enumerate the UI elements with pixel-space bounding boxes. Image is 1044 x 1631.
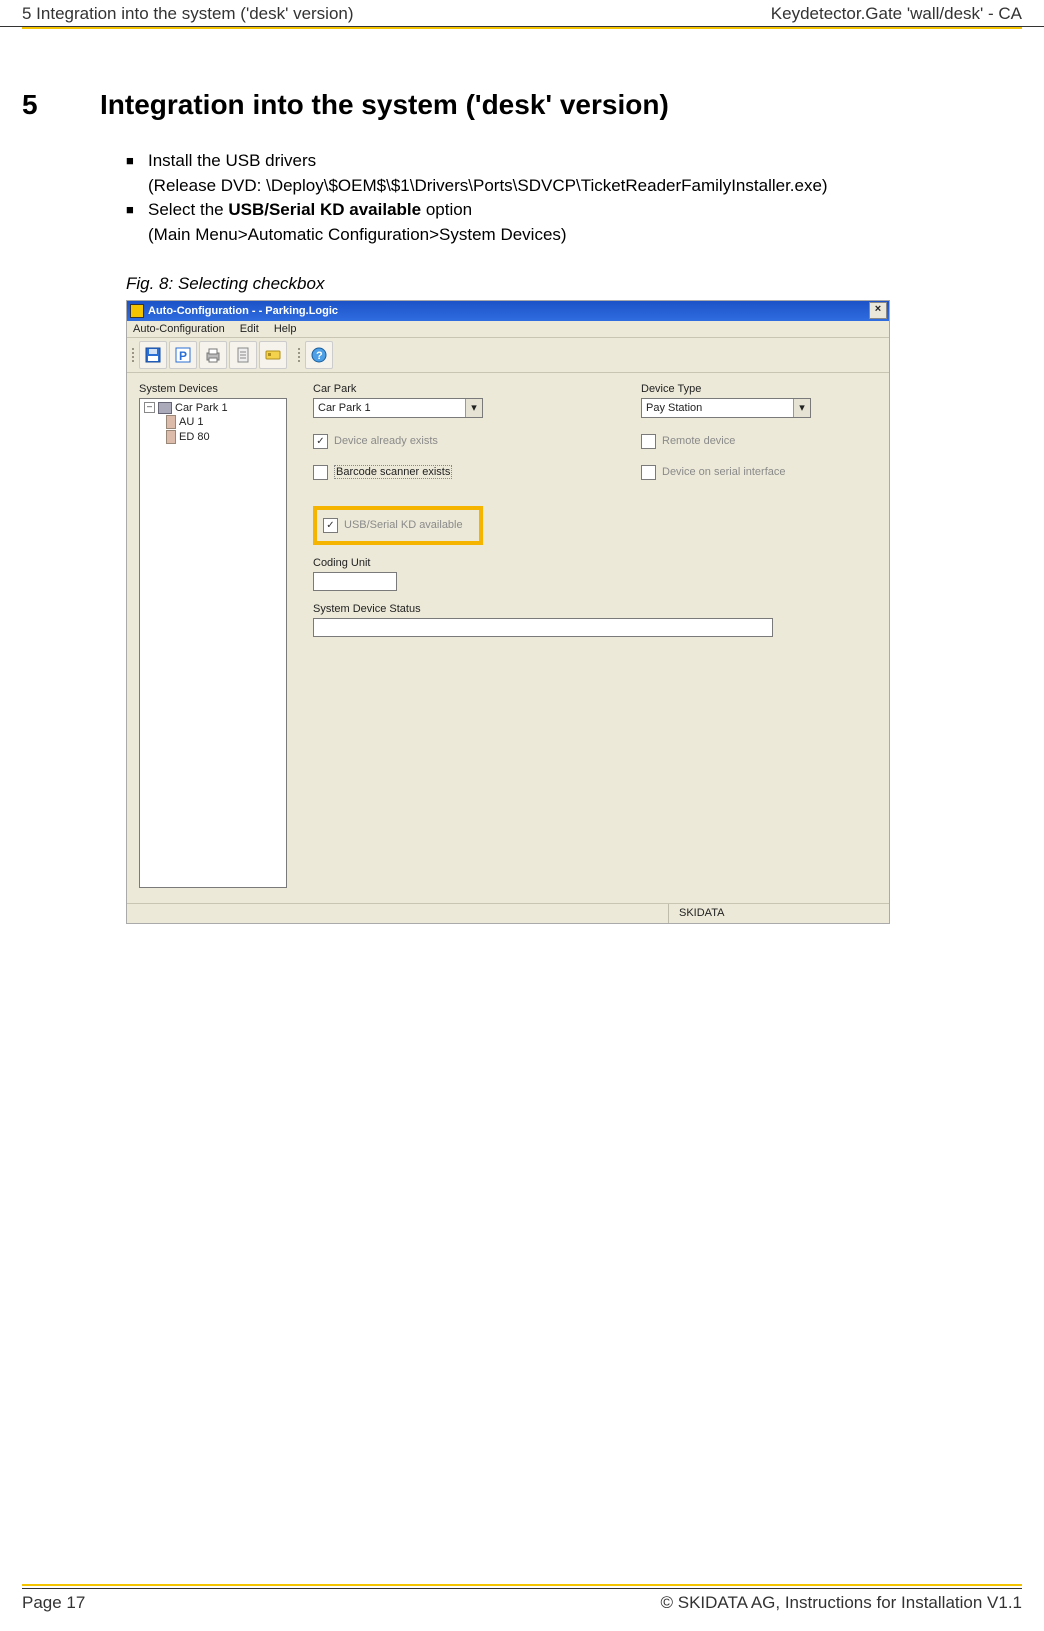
device-tree[interactable]: – Car Park 1 AU 1 ED 80 <box>139 398 287 888</box>
header-right: Keydetector.Gate 'wall/desk' - CA <box>771 4 1022 24</box>
menu-edit[interactable]: Edit <box>240 323 259 335</box>
bullet-1-line-1: Install the USB drivers <box>148 151 316 170</box>
check-barcode-label: Barcode scanner exists <box>334 465 452 479</box>
car-park-dropdown[interactable]: Car Park 1 ▾ <box>313 398 483 418</box>
check-device-exists[interactable]: ✓ Device already exists <box>313 434 543 449</box>
device-icon <box>166 415 176 429</box>
section-number: 5 <box>22 89 100 121</box>
check-remote-label: Remote device <box>662 435 735 447</box>
highlight-usb-kd: ✓ USB/Serial KD available <box>313 506 483 545</box>
menubar: Auto-Configuration Edit Help <box>127 321 889 338</box>
parking-icon[interactable]: P <box>169 341 197 369</box>
figure-caption: Fig. 8: Selecting checkbox <box>126 274 1022 294</box>
tree-root-label: Car Park 1 <box>175 402 228 414</box>
save-icon[interactable] <box>139 341 167 369</box>
toolbar-grip-icon <box>131 342 137 368</box>
tree-root[interactable]: – Car Park 1 <box>142 402 284 414</box>
tree-child-au1[interactable]: AU 1 <box>142 415 284 429</box>
footer-copyright: © SKIDATA AG, Instructions for Installat… <box>661 1593 1023 1613</box>
check-usb-kd-label: USB/Serial KD available <box>344 519 463 531</box>
device-type-value: Pay Station <box>646 402 702 414</box>
checkbox-barcode[interactable] <box>313 465 328 480</box>
titlebar[interactable]: Auto-Configuration - - Parking.Logic × <box>127 301 889 321</box>
system-devices-panel: System Devices – Car Park 1 AU 1 ED 80 <box>139 383 287 889</box>
menu-help[interactable]: Help <box>274 323 297 335</box>
check-serial[interactable]: Device on serial interface <box>641 465 871 480</box>
chevron-down-icon[interactable]: ▾ <box>465 399 482 417</box>
svg-text:P: P <box>179 349 187 363</box>
statusbar-left <box>127 904 668 923</box>
check-barcode[interactable]: Barcode scanner exists <box>313 465 543 480</box>
bullet-1-line-2: (Release DVD: \Deploy\$OEM$\$1\Drivers\P… <box>148 176 828 195</box>
device-icon <box>166 430 176 444</box>
system-devices-label: System Devices <box>139 383 287 395</box>
bullet-2-line-2: (Main Menu>Automatic Configuration>Syste… <box>148 225 567 244</box>
footer-page: Page 17 <box>22 1593 85 1613</box>
check-device-exists-label: Device already exists <box>334 435 438 447</box>
car-park-value: Car Park 1 <box>318 402 371 414</box>
carpark-icon <box>158 402 172 414</box>
checkbox-device-exists[interactable]: ✓ <box>313 434 328 449</box>
car-park-label: Car Park <box>313 383 543 395</box>
bullet-2-pre: Select the <box>148 200 228 219</box>
coding-unit-input[interactable] <box>313 572 397 591</box>
check-remote[interactable]: Remote device <box>641 434 871 449</box>
checkbox-serial[interactable] <box>641 465 656 480</box>
app-window: Auto-Configuration - - Parking.Logic × A… <box>126 300 890 924</box>
bullet-2: Select the USB/Serial KD available optio… <box>126 198 1022 247</box>
toolbar-grip-icon <box>297 342 303 368</box>
tree-child-ed80-label: ED 80 <box>179 431 210 443</box>
bullet-2-post: option <box>421 200 472 219</box>
check-serial-label: Device on serial interface <box>662 466 786 478</box>
form-right-column: Device Type Pay Station ▾ Remote device … <box>607 383 871 889</box>
document-icon[interactable] <box>229 341 257 369</box>
footer-separator <box>22 1584 1022 1586</box>
tree-child-ed80[interactable]: ED 80 <box>142 430 284 444</box>
menu-autoconfig[interactable]: Auto-Configuration <box>133 323 225 335</box>
bullet-2-bold: USB/Serial KD available <box>228 200 421 219</box>
statusbar-vendor: SKIDATA <box>668 904 889 923</box>
bullet-1: Install the USB drivers (Release DVD: \D… <box>126 149 1022 198</box>
section-title: Integration into the system ('desk' vers… <box>100 89 669 120</box>
tree-collapse-icon[interactable]: – <box>144 402 155 413</box>
help-icon[interactable]: ? <box>305 341 333 369</box>
tree-child-au1-label: AU 1 <box>179 416 203 428</box>
section-heading: 5Integration into the system ('desk' ver… <box>22 89 1022 121</box>
close-button[interactable]: × <box>869 302 887 319</box>
device-type-label: Device Type <box>641 383 871 395</box>
checkbox-remote[interactable] <box>641 434 656 449</box>
print-icon[interactable] <box>199 341 227 369</box>
app-icon <box>130 304 144 318</box>
toolbar: P ? <box>127 338 889 373</box>
coding-unit-label: Coding Unit <box>313 557 543 569</box>
checkbox-usb-kd[interactable]: ✓ <box>323 518 338 533</box>
device-type-dropdown[interactable]: Pay Station ▾ <box>641 398 811 418</box>
header-left: 5 Integration into the system ('desk' ve… <box>22 4 354 24</box>
system-device-status-label: System Device Status <box>313 603 543 615</box>
statusbar: SKIDATA <box>127 903 889 923</box>
chevron-down-icon[interactable]: ▾ <box>793 399 810 417</box>
svg-text:?: ? <box>316 350 323 362</box>
titlebar-text: Auto-Configuration - - Parking.Logic <box>148 305 338 317</box>
form-left-column: Car Park Car Park 1 ▾ ✓ Device already e… <box>313 383 543 889</box>
card-icon[interactable] <box>259 341 287 369</box>
